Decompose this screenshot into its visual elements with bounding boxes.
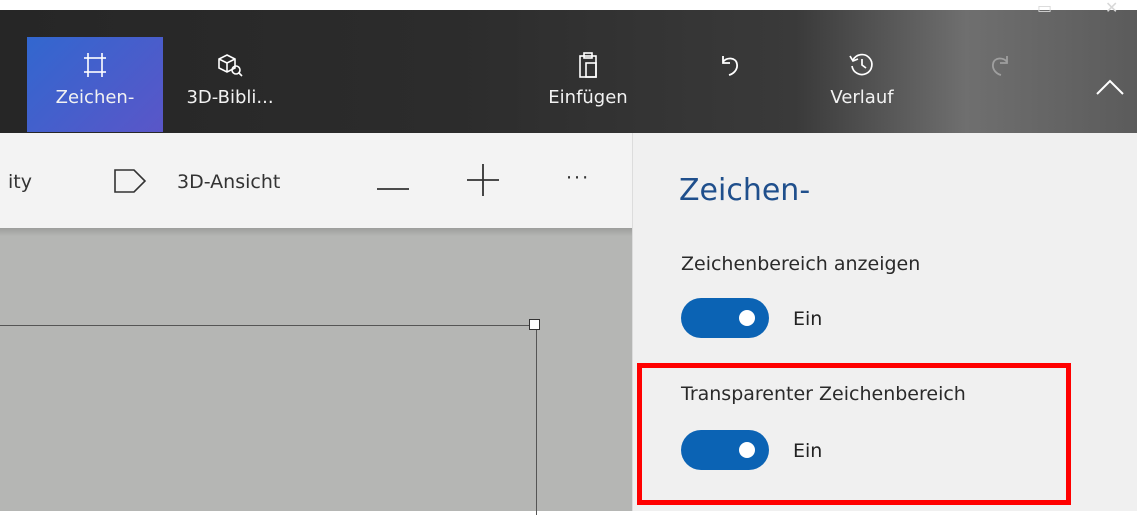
undo-icon <box>717 51 743 79</box>
transparent-canvas-state: Ein <box>793 440 823 462</box>
ribbon-paste-label: Einfügen <box>548 87 628 108</box>
toolbar-shadow <box>0 228 632 236</box>
panel-title: Zeichen- <box>679 173 811 208</box>
transparent-canvas-label: Transparenter Zeichenbereich <box>681 383 966 405</box>
ribbon-undo-button[interactable] <box>700 37 760 132</box>
ribbon-redo-button[interactable] <box>972 37 1028 132</box>
ribbon-canvas-label: Zeichen- <box>55 87 135 108</box>
ribbon-3d-library-button[interactable]: 3D-Bibli... <box>170 37 290 132</box>
close-window-icon[interactable]: ✕ <box>1105 0 1118 16</box>
3d-library-icon <box>216 51 244 79</box>
redo-icon <box>987 51 1013 79</box>
canvas-crop-icon <box>82 51 108 79</box>
collapse-chevron-icon <box>1095 73 1125 101</box>
canvas-resize-handle[interactable] <box>529 319 540 330</box>
ribbon-collapse-button[interactable] <box>1088 37 1132 132</box>
toggle-knob <box>739 442 755 458</box>
restore-window-icon[interactable]: ▭ <box>1037 0 1052 16</box>
canvas-right-border <box>536 325 537 515</box>
canvas-top-border <box>0 325 536 326</box>
more-options-button[interactable]: ··· <box>566 167 590 189</box>
paste-icon <box>576 51 600 79</box>
top-ribbon: ▭ ✕ Zeichen- 3D-Bibli... Einfügen Verlau… <box>0 0 1137 133</box>
truncated-toolbar-text[interactable]: ity <box>8 171 32 193</box>
zoom-in-icon[interactable] <box>466 163 500 201</box>
show-canvas-state: Ein <box>793 308 823 330</box>
ribbon-history-button[interactable]: Verlauf <box>812 37 912 132</box>
toggle-knob <box>739 310 755 326</box>
show-canvas-label: Zeichenbereich anzeigen <box>681 253 921 275</box>
ribbon-history-label: Verlauf <box>830 87 894 108</box>
transparent-canvas-toggle[interactable] <box>681 430 769 470</box>
canvas-toolbar: ity 3D-Ansicht ··· <box>0 133 632 228</box>
canvas-settings-panel: Zeichen- Zeichenbereich anzeigen Ein Tra… <box>632 133 1137 511</box>
zoom-out-icon[interactable] <box>376 177 410 196</box>
ribbon-canvas-button[interactable]: Zeichen- <box>27 37 163 132</box>
ribbon-paste-button[interactable]: Einfügen <box>534 37 642 132</box>
show-canvas-toggle[interactable] <box>681 298 769 338</box>
canvas-area[interactable] <box>0 228 632 515</box>
window-controls: ▭ ✕ <box>997 0 1137 22</box>
history-icon <box>848 51 876 79</box>
3d-view-icon <box>112 167 148 199</box>
ribbon-3d-library-label: 3D-Bibli... <box>186 87 274 108</box>
3d-view-button[interactable]: 3D-Ansicht <box>177 171 280 193</box>
